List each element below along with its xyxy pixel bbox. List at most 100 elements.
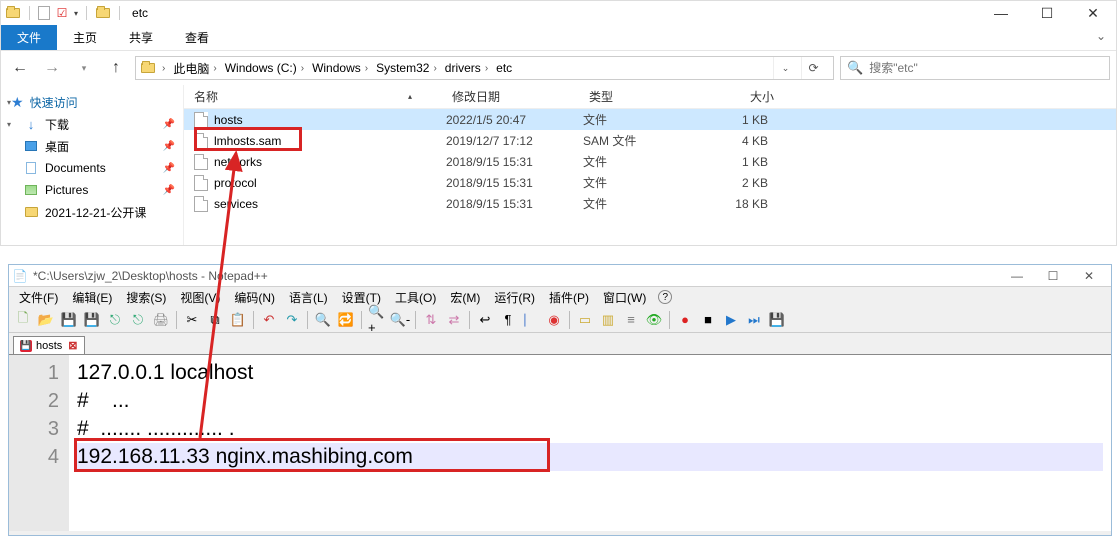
check-icon[interactable]: ☑ xyxy=(54,6,70,20)
column-type[interactable]: 类型 xyxy=(589,88,704,105)
menu-edit[interactable]: 编辑(E) xyxy=(66,287,118,308)
stop-macro-icon[interactable]: ■ xyxy=(698,310,718,330)
menu-language[interactable]: 语言(L) xyxy=(283,287,334,308)
file-row[interactable]: lmhosts.sam2019/12/7 17:12SAM 文件4 KB xyxy=(184,130,1116,151)
code-content[interactable]: 127.0.0.1 localhost # ... # ....... ....… xyxy=(69,355,1111,531)
close-button[interactable]: ✕ xyxy=(1070,1,1116,25)
save-all-icon[interactable]: 💾 xyxy=(82,310,102,330)
sync-v-icon[interactable]: ⇅ xyxy=(421,310,441,330)
ribbon-tab-share[interactable]: 共享 xyxy=(113,25,169,50)
breadcrumb-item[interactable]: Windows› xyxy=(310,61,370,75)
menu-encoding[interactable]: 编码(N) xyxy=(228,287,281,308)
menu-plugins[interactable]: 插件(P) xyxy=(543,287,595,308)
sync-h-icon[interactable]: ⇄ xyxy=(444,310,464,330)
redo-icon[interactable]: ↷ xyxy=(282,310,302,330)
breadcrumb-item[interactable]: etc xyxy=(494,61,514,75)
close-icon[interactable]: ⎋ xyxy=(105,310,125,330)
editor-tab[interactable]: 💾 hosts ⊠ xyxy=(13,336,85,354)
cut-icon[interactable]: ✂ xyxy=(182,310,202,330)
paste-icon[interactable]: 📋 xyxy=(228,310,248,330)
notepadpp-window: 📄 *C:\Users\zjw_2\Desktop\hosts - Notepa… xyxy=(8,264,1112,536)
new-icon[interactable]: 🗋 xyxy=(13,310,33,330)
sidebar-item-desktop[interactable]: 桌面 📌 xyxy=(1,135,183,157)
file-row[interactable]: hosts2022/1/5 20:47文件1 KB xyxy=(184,109,1116,130)
lang-icon[interactable]: ◉ xyxy=(544,310,564,330)
file-row[interactable]: protocol2018/9/15 15:31文件2 KB xyxy=(184,172,1116,193)
menu-help[interactable]: ? xyxy=(658,290,672,304)
menu-run[interactable]: 运行(R) xyxy=(488,287,541,308)
nav-forward-button[interactable]: → xyxy=(39,55,65,81)
sidebar-item-quick-access[interactable]: ▾ ★ 快速访问 xyxy=(1,91,183,113)
maximize-button[interactable]: ☐ xyxy=(1035,265,1071,287)
folder-view-icon[interactable]: ▭ xyxy=(575,310,595,330)
chevron-down-icon: ▾ xyxy=(7,98,11,107)
wordwrap-icon[interactable]: ↩ xyxy=(475,310,495,330)
indent-guide-icon[interactable]: ⎸ xyxy=(521,310,541,330)
sidebar-item-pictures[interactable]: Pictures 📌 xyxy=(1,179,183,201)
minimize-button[interactable]: — xyxy=(999,265,1035,287)
address-bar-row: ← → ▾ ↑ › 此电脑› Windows (C:)› Windows› Sy… xyxy=(1,51,1116,85)
sidebar-item-downloads[interactable]: ▾ ↓ 下载 📌 xyxy=(1,113,183,135)
column-date[interactable]: 修改日期 xyxy=(452,88,589,105)
menu-tools[interactable]: 工具(O) xyxy=(389,287,442,308)
nav-up-button[interactable]: ↑ xyxy=(103,55,129,81)
breadcrumb-item[interactable]: 此电脑› xyxy=(171,60,218,77)
func-list-icon[interactable]: ≡ xyxy=(621,310,641,330)
file-row[interactable]: services2018/9/15 15:31文件18 KB xyxy=(184,193,1116,214)
open-icon[interactable]: 📂 xyxy=(36,310,56,330)
editor-area[interactable]: 1 2 3 4 127.0.0.1 localhost # ... # ....… xyxy=(9,355,1111,531)
file-name: services xyxy=(214,197,258,211)
search-input[interactable] xyxy=(869,61,1103,75)
address-dropdown[interactable]: ⌄ xyxy=(773,57,797,79)
doc-map-icon[interactable]: ▥ xyxy=(598,310,618,330)
menu-macro[interactable]: 宏(M) xyxy=(444,287,486,308)
ribbon-tabs: 文件 主页 共享 查看 ⌄ xyxy=(1,25,1116,51)
replace-icon[interactable]: 🔁 xyxy=(336,310,356,330)
ribbon-tab-file[interactable]: 文件 xyxy=(1,25,57,50)
breadcrumb-item[interactable]: drivers› xyxy=(443,61,490,75)
sidebar-item-documents[interactable]: Documents 📌 xyxy=(1,157,183,179)
file-icon[interactable] xyxy=(38,6,50,20)
search-box[interactable]: 🔍 xyxy=(840,56,1110,80)
save-icon[interactable]: 💾 xyxy=(59,310,79,330)
close-button[interactable]: ✕ xyxy=(1071,265,1107,287)
nav-history-dropdown[interactable]: ▾ xyxy=(71,55,97,81)
file-name: lmhosts.sam xyxy=(214,134,281,148)
file-row[interactable]: networks2018/9/15 15:31文件1 KB xyxy=(184,151,1116,172)
maximize-button[interactable]: ☐ xyxy=(1024,1,1070,25)
folder-icon xyxy=(140,61,156,75)
refresh-button[interactable]: ⟳ xyxy=(801,57,825,79)
address-bar[interactable]: › 此电脑› Windows (C:)› Windows› System32› … xyxy=(135,56,834,80)
ribbon-expand-button[interactable]: ⌄ xyxy=(1086,25,1116,50)
menu-search[interactable]: 搜索(S) xyxy=(120,287,172,308)
save-macro-icon[interactable]: 💾 xyxy=(767,310,787,330)
record-macro-icon[interactable]: ● xyxy=(675,310,695,330)
ribbon-tab-home[interactable]: 主页 xyxy=(57,25,113,50)
sidebar-item-folder[interactable]: 2021-12-21-公开课 xyxy=(1,201,183,223)
ribbon-tab-view[interactable]: 查看 xyxy=(169,25,225,50)
play-multi-icon[interactable]: ⏭ xyxy=(744,310,764,330)
menu-file[interactable]: 文件(F) xyxy=(13,287,64,308)
breadcrumb-item[interactable]: Windows (C:)› xyxy=(223,61,306,75)
close-all-icon[interactable]: ⎋ xyxy=(128,310,148,330)
breadcrumb-item[interactable]: System32› xyxy=(374,61,439,75)
nav-back-button[interactable]: ← xyxy=(7,55,33,81)
find-icon[interactable]: 🔍 xyxy=(313,310,333,330)
copy-icon[interactable]: ⧉ xyxy=(205,310,225,330)
play-macro-icon[interactable]: ▶ xyxy=(721,310,741,330)
menu-view[interactable]: 视图(V) xyxy=(174,287,226,308)
minimize-button[interactable]: — xyxy=(978,1,1024,25)
menu-window[interactable]: 窗口(W) xyxy=(597,287,652,308)
column-size[interactable]: 大小 xyxy=(704,88,784,105)
all-chars-icon[interactable]: ¶ xyxy=(498,310,518,330)
column-name[interactable]: 名称▴ xyxy=(194,88,452,105)
print-icon[interactable]: 🖨 xyxy=(151,310,171,330)
close-tab-icon[interactable]: ⊠ xyxy=(68,339,77,352)
zoom-in-icon[interactable]: 🔍+ xyxy=(367,310,387,330)
file-date: 2022/1/5 20:47 xyxy=(446,113,583,127)
undo-icon[interactable]: ↶ xyxy=(259,310,279,330)
monitor-icon[interactable]: 👁 xyxy=(644,310,664,330)
zoom-out-icon[interactable]: 🔍- xyxy=(390,310,410,330)
file-date: 2018/9/15 15:31 xyxy=(446,176,583,190)
qat-dropdown[interactable]: ▾ xyxy=(74,9,78,18)
